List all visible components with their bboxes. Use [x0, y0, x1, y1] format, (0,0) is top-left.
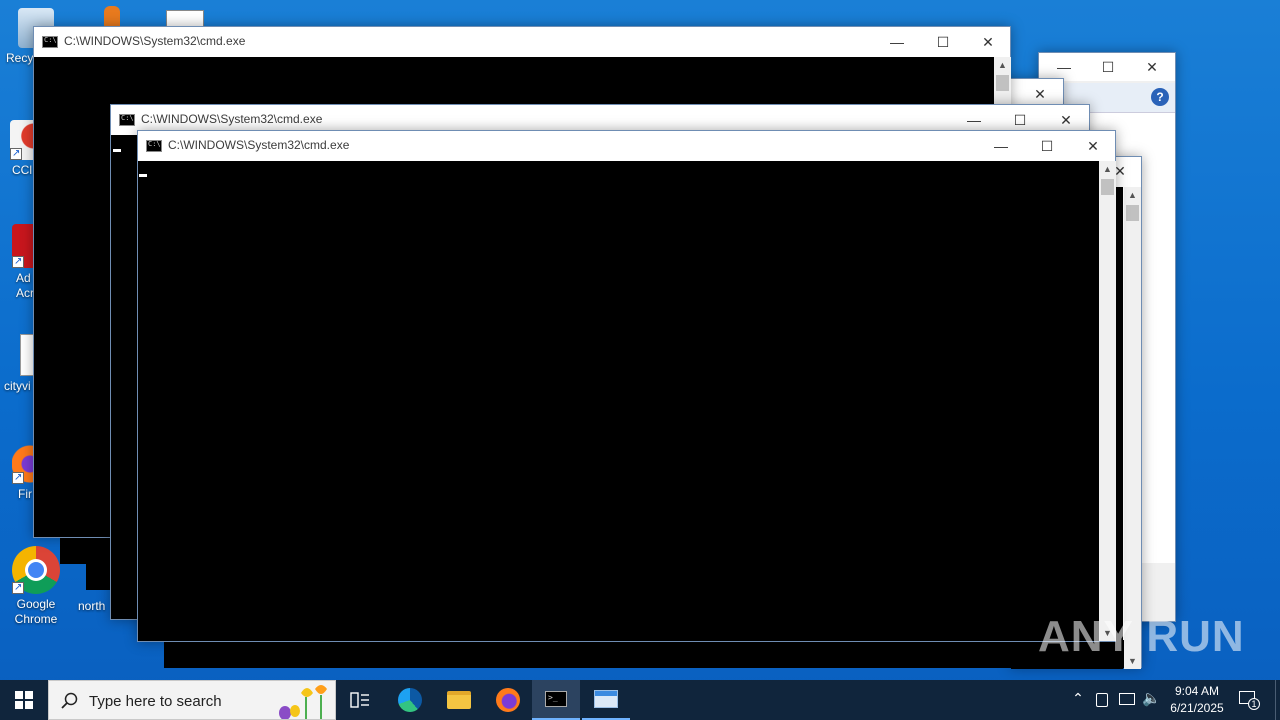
- cmd-icon: >_: [545, 691, 567, 707]
- notification-count-badge: 1: [1248, 698, 1260, 710]
- shortcut-arrow-icon: [10, 146, 22, 161]
- windows-logo-icon: [15, 691, 33, 709]
- search-icon: [61, 692, 78, 709]
- tulips-search-highlight-icon: [279, 685, 327, 719]
- cmd-window-front[interactable]: C:\WINDOWS\System32\cmd.exe — ☐ ✕ ▲ ▼: [137, 130, 1116, 642]
- cmd-icon: [146, 140, 162, 152]
- window-title: C:\WINDOWS\System32\cmd.exe: [168, 138, 350, 152]
- taskbar-edge-button[interactable]: [386, 680, 434, 720]
- help-icon[interactable]: ?: [1151, 88, 1169, 106]
- firefox-icon: [496, 688, 520, 712]
- volume-icon[interactable]: 🔈: [1142, 689, 1161, 707]
- taskbar-firefox-button[interactable]: [484, 680, 532, 720]
- console-fragment: [60, 534, 86, 564]
- device-icon[interactable]: [1096, 693, 1108, 707]
- start-button[interactable]: [0, 680, 48, 720]
- search-input[interactable]: Type here to search: [48, 680, 336, 720]
- clock[interactable]: 9:04 AM 6/21/2025: [1166, 684, 1228, 715]
- title-bar[interactable]: C:\WINDOWS\System32\cmd.exe — ☐ ✕: [138, 131, 1115, 161]
- cmd-icon: [119, 114, 135, 126]
- shortcut-arrow-icon: [12, 254, 24, 269]
- console-fragment: [86, 534, 112, 590]
- scroll-thumb[interactable]: [1101, 179, 1114, 195]
- edge-icon: [398, 688, 422, 712]
- clock-time: 9:04 AM: [1174, 684, 1220, 698]
- minimize-button[interactable]: —: [1041, 53, 1087, 81]
- vertical-scrollbar[interactable]: ▲ ▼: [1124, 187, 1141, 669]
- window-title: C:\WINDOWS\System32\cmd.exe: [141, 112, 323, 126]
- close-button[interactable]: ✕: [965, 27, 1011, 57]
- show-desktop-button[interactable]: [1275, 680, 1280, 720]
- scroll-up-icon[interactable]: ▲: [1099, 161, 1116, 177]
- close-button[interactable]: ✕: [1070, 131, 1116, 161]
- app-icon[interactable]: [104, 6, 120, 28]
- scroll-up-icon[interactable]: ▲: [994, 57, 1011, 73]
- taskbar-file-explorer-button[interactable]: [435, 680, 483, 720]
- task-view-button[interactable]: [336, 680, 384, 720]
- folder-icon: [447, 691, 471, 709]
- desktop-icon-label: Google Chrome: [14, 597, 58, 626]
- console-area[interactable]: [138, 161, 1099, 641]
- desktop-icon-label[interactable]: north: [78, 599, 105, 613]
- maximize-button[interactable]: ☐: [1024, 131, 1070, 161]
- chrome-icon: [12, 546, 60, 595]
- window-title: C:\WINDOWS\System32\cmd.exe: [64, 34, 246, 48]
- title-bar[interactable]: C:\WINDOWS\System32\cmd.exe — ☐ ✕: [34, 27, 1010, 57]
- maximize-button[interactable]: ☐: [920, 27, 966, 57]
- search-placeholder: Type here to search: [89, 693, 222, 710]
- text-cursor: [139, 174, 147, 177]
- maximize-button[interactable]: ☐: [1085, 53, 1131, 81]
- shortcut-arrow-icon: [12, 580, 24, 595]
- close-button[interactable]: ✕: [1129, 53, 1175, 81]
- clock-date: 6/21/2025: [1170, 701, 1224, 715]
- task-view-icon: [350, 692, 369, 708]
- window-app-icon: [594, 690, 618, 708]
- vertical-scrollbar[interactable]: ▲ ▼: [1099, 161, 1116, 641]
- scroll-up-icon[interactable]: ▲: [1124, 187, 1141, 203]
- network-icon[interactable]: [1119, 693, 1135, 705]
- shortcut-arrow-icon: [12, 470, 24, 485]
- anyrun-watermark: ANY RUN: [1038, 612, 1245, 661]
- scroll-thumb[interactable]: [1126, 205, 1139, 221]
- cmd-icon: [42, 36, 58, 48]
- taskbar-app-button[interactable]: [582, 680, 630, 720]
- minimize-button[interactable]: —: [978, 131, 1024, 161]
- console-fragment: [164, 640, 1124, 668]
- minimize-button[interactable]: —: [874, 27, 920, 57]
- notification-center-button[interactable]: 1: [1236, 688, 1260, 712]
- scroll-thumb[interactable]: [996, 75, 1009, 91]
- text-cursor: [113, 149, 121, 152]
- taskbar: Type here to search >_ ⌃ 🔈 9:04 AM 6/21/…: [0, 680, 1280, 720]
- show-hidden-icons-button[interactable]: ⌃: [1070, 690, 1086, 707]
- taskbar-cmd-button[interactable]: >_: [532, 680, 580, 720]
